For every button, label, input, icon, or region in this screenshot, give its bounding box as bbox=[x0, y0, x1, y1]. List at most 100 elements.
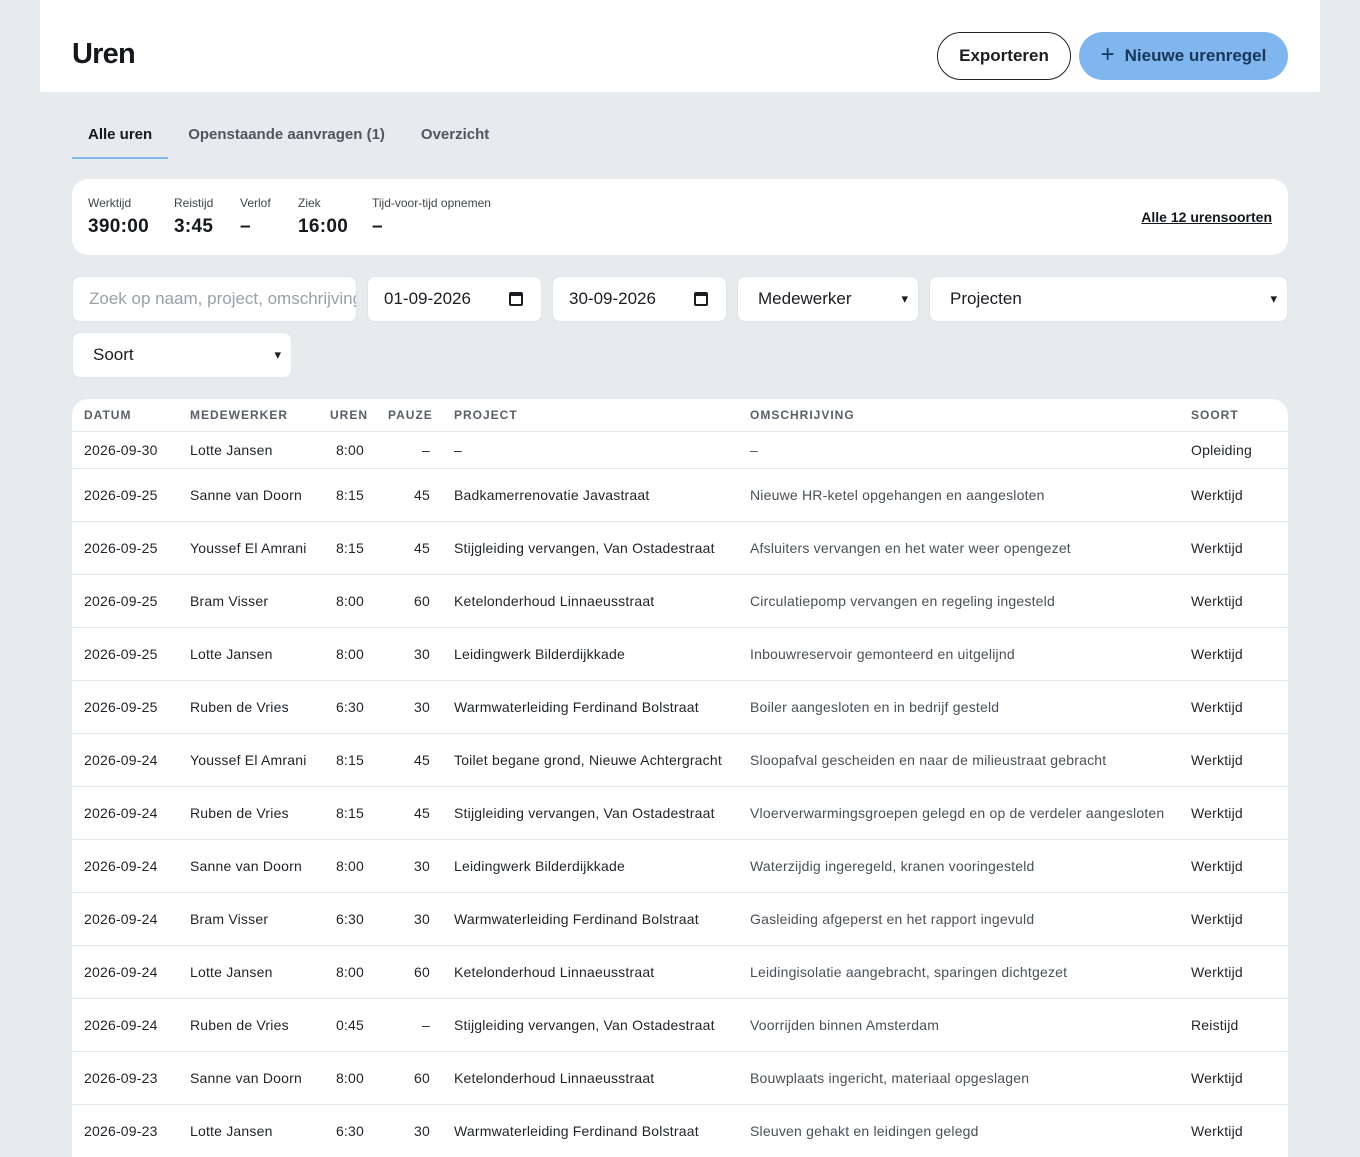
stat-value: 3:45 bbox=[174, 216, 214, 237]
employee-select[interactable]: Medewerker ▾ bbox=[737, 276, 919, 322]
table-header-row: DATUM MEDEWERKER UREN PAUZE PROJECT OMSC… bbox=[72, 399, 1288, 432]
cell-hours: 6:30 bbox=[318, 892, 376, 946]
column-header-type[interactable]: SOORT bbox=[1179, 399, 1288, 432]
cell-project: Ketelonderhoud Linnaeusstraat bbox=[442, 1051, 738, 1105]
cell-break: 60 bbox=[376, 945, 442, 999]
cell-type: Werktijd bbox=[1179, 892, 1288, 946]
cell-break: 30 bbox=[376, 839, 442, 893]
table-row[interactable]: 2026-09-24 Lotte Jansen 8:00 60 Ketelonderho… bbox=[72, 945, 1288, 999]
cell-date: 2026-09-25 bbox=[72, 680, 178, 734]
table-row[interactable]: 2026-09-25 Youssef El Amrani 8:15 45 Stijgle… bbox=[72, 521, 1288, 575]
cell-hours: 8:00 bbox=[318, 574, 376, 628]
table-row[interactable]: 2026-09-25 Bram Visser 8:00 60 Ketelonderhou… bbox=[72, 574, 1288, 628]
stat-label: Reistijd bbox=[174, 196, 214, 210]
stat-leave: Verlof – bbox=[240, 196, 271, 238]
cell-hours: 8:00 bbox=[318, 431, 376, 469]
table-row[interactable]: 2026-09-23 Lotte Jansen 6:30 30 Warmwaterlei… bbox=[72, 1104, 1288, 1157]
new-hour-entry-button[interactable]: + Nieuwe urenregel bbox=[1079, 32, 1288, 80]
column-header-employee[interactable]: MEDEWERKER bbox=[178, 399, 318, 432]
table-row[interactable]: 2026-09-30 Lotte Jansen 8:00– – – Opleiding bbox=[72, 431, 1288, 469]
cell-employee: Youssef El Amrani bbox=[178, 733, 318, 787]
stat-value: – bbox=[372, 216, 383, 237]
projects-select-value: Projecten bbox=[950, 289, 1022, 308]
cell-employee: Ruben de Vries bbox=[178, 680, 318, 734]
cell-type: Werktijd bbox=[1179, 945, 1288, 999]
column-header-break[interactable]: PAUZE bbox=[376, 399, 442, 432]
cell-date: 2026-09-25 bbox=[72, 574, 178, 628]
cell-description: Gasleiding afgeperst en het rapport inge… bbox=[738, 892, 1179, 946]
chevron-down-icon: ▾ bbox=[274, 347, 281, 362]
cell-description: Voorrijden binnen Amsterdam bbox=[738, 998, 1179, 1052]
cell-date: 2026-09-30 bbox=[72, 431, 178, 469]
tab-overview[interactable]: Overzicht bbox=[405, 114, 505, 159]
table-row[interactable]: 2026-09-25 Sanne van Doorn 8:15 45 Badkamerr… bbox=[72, 468, 1288, 522]
cell-date: 2026-09-25 bbox=[72, 468, 178, 522]
tab-bar: Alle uren Openstaande aanvragen (1) Over… bbox=[72, 114, 509, 159]
column-header-hours[interactable]: UREN bbox=[318, 399, 376, 432]
cell-project: Leidingwerk Bilderdijkkade bbox=[442, 839, 738, 893]
cell-type: Werktijd bbox=[1179, 1051, 1288, 1105]
column-header-description[interactable]: OMSCHRIJVING bbox=[738, 399, 1179, 432]
cell-hours: 8:15 bbox=[318, 521, 376, 575]
cell-date: 2026-09-24 bbox=[72, 839, 178, 893]
date-from-field[interactable]: 01-09-2026 bbox=[367, 276, 542, 322]
cell-project: Ketelonderhoud Linnaeusstraat bbox=[442, 574, 738, 628]
stat-value: 16:00 bbox=[298, 216, 349, 237]
stat-label: Ziek bbox=[298, 196, 321, 210]
column-header-project[interactable]: PROJECT bbox=[442, 399, 738, 432]
cell-break: – bbox=[376, 431, 442, 469]
cell-break: 60 bbox=[376, 1051, 442, 1105]
table-row[interactable]: 2026-09-25 Lotte Jansen 8:00 30 Leidingwerk … bbox=[72, 627, 1288, 681]
tab-pending-requests[interactable]: Openstaande aanvragen (1) bbox=[172, 114, 401, 159]
table-row[interactable]: 2026-09-23 Sanne van Doorn 8:00 60 Ketelonde… bbox=[72, 1051, 1288, 1105]
calendar-icon[interactable] bbox=[694, 292, 708, 306]
cell-description: Afsluiters vervangen en het water weer o… bbox=[738, 521, 1179, 575]
cell-project: Stijgleiding vervangen, Van Ostadestraat bbox=[442, 998, 738, 1052]
cell-break: 30 bbox=[376, 680, 442, 734]
all-hour-types-link[interactable]: Alle 12 urensoorten bbox=[1141, 209, 1272, 225]
cell-project: Warmwaterleiding Ferdinand Bolstraat bbox=[442, 892, 738, 946]
hours-table: DATUM MEDEWERKER UREN PAUZE PROJECT OMSC… bbox=[72, 399, 1288, 1157]
cell-type: Werktijd bbox=[1179, 468, 1288, 522]
cell-employee: Bram Visser bbox=[178, 574, 318, 628]
cell-type: Werktijd bbox=[1179, 680, 1288, 734]
stat-traveltime: Reistijd 3:45 bbox=[174, 196, 213, 238]
table-row[interactable]: 2026-09-25 Ruben de Vries 6:30 30 Warmwaterl… bbox=[72, 680, 1288, 734]
cell-break: 45 bbox=[376, 786, 442, 840]
calendar-icon[interactable] bbox=[509, 292, 523, 306]
page-title: Uren bbox=[72, 38, 136, 70]
cell-project: Badkamerrenovatie Javastraat bbox=[442, 468, 738, 522]
type-select-value: Soort bbox=[93, 345, 134, 364]
date-to-field[interactable]: 30-09-2026 bbox=[552, 276, 727, 322]
cell-date: 2026-09-25 bbox=[72, 521, 178, 575]
cell-type: Werktijd bbox=[1179, 839, 1288, 893]
cell-hours: 8:00 bbox=[318, 1051, 376, 1105]
cell-date: 2026-09-24 bbox=[72, 998, 178, 1052]
cell-employee: Sanne van Doorn bbox=[178, 839, 318, 893]
cell-break: 45 bbox=[376, 733, 442, 787]
stat-value: – bbox=[240, 216, 251, 237]
export-button[interactable]: Exporteren bbox=[937, 32, 1071, 80]
tab-all-hours[interactable]: Alle uren bbox=[72, 114, 169, 159]
stat-worktime: Werktijd 390:00 bbox=[88, 196, 149, 238]
column-header-date[interactable]: DATUM bbox=[72, 399, 178, 432]
chevron-down-icon: ▾ bbox=[1270, 291, 1277, 306]
cell-break: 30 bbox=[376, 892, 442, 946]
cell-description: Circulatiepomp vervangen en regeling ing… bbox=[738, 574, 1179, 628]
cell-project: Toilet begane grond, Nieuwe Achtergracht bbox=[442, 733, 738, 787]
cell-type: Reistijd bbox=[1179, 998, 1288, 1052]
new-hour-entry-label: Nieuwe urenregel bbox=[1124, 46, 1267, 65]
table-row[interactable]: 2026-09-24 Ruben de Vries 8:15 45 Stijgleidi… bbox=[72, 786, 1288, 840]
projects-select[interactable]: Projecten ▾ bbox=[929, 276, 1288, 322]
table-row[interactable]: 2026-09-24 Youssef El Amrani 8:15 45 Toilet … bbox=[72, 733, 1288, 787]
type-select[interactable]: Soort ▾ bbox=[72, 332, 292, 378]
search-input[interactable]: Zoek op naam, project, omschrijving bbox=[72, 276, 357, 322]
cell-project: Stijgleiding vervangen, Van Ostadestraat bbox=[442, 786, 738, 840]
table-row[interactable]: 2026-09-24 Sanne van Doorn 8:00 30 Leidingwe… bbox=[72, 839, 1288, 893]
table-row[interactable]: 2026-09-24 Ruben de Vries 0:45– Stijgleidin… bbox=[72, 998, 1288, 1052]
table-row[interactable]: 2026-09-24 Bram Visser 6:30 30 Warmwaterleid… bbox=[72, 892, 1288, 946]
cell-break: 60 bbox=[376, 574, 442, 628]
cell-date: 2026-09-24 bbox=[72, 945, 178, 999]
cell-project: Warmwaterleiding Ferdinand Bolstraat bbox=[442, 680, 738, 734]
cell-date: 2026-09-23 bbox=[72, 1104, 178, 1157]
